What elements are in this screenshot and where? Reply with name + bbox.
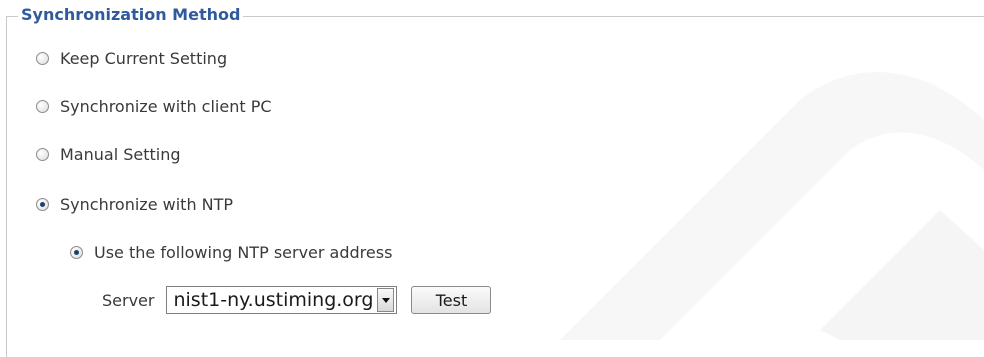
server-label: Server [102, 290, 155, 310]
ntp-server-value: nist1-ny.ustiming.org [173, 289, 374, 311]
manual-setting-label: Manual Setting [60, 145, 181, 164]
option-manual-setting[interactable]: Manual Setting [36, 145, 181, 164]
option-use-following-ntp[interactable]: Use the following NTP server address [70, 243, 392, 262]
sync-ntp-label: Synchronize with NTP [60, 195, 234, 214]
keep-current-radio[interactable] [36, 52, 49, 65]
sync-client-pc-radio[interactable] [36, 100, 49, 113]
sync-ntp-radio[interactable] [36, 198, 49, 211]
keep-current-label: Keep Current Setting [60, 49, 228, 68]
option-keep-current-setting[interactable]: Keep Current Setting [36, 49, 227, 68]
option-sync-client-pc[interactable]: Synchronize with client PC [36, 97, 272, 116]
server-row: Server nist1-ny.ustiming.org Test [102, 286, 492, 314]
manual-setting-radio[interactable] [36, 148, 49, 161]
chevron-down-icon[interactable] [377, 288, 395, 312]
use-following-ntp-radio[interactable] [70, 246, 83, 259]
test-button[interactable]: Test [411, 286, 492, 314]
sync-client-pc-label: Synchronize with client PC [60, 97, 272, 116]
ntp-server-select[interactable]: nist1-ny.ustiming.org [166, 286, 398, 314]
section-legend: Synchronization Method [18, 5, 244, 24]
use-following-ntp-label: Use the following NTP server address [94, 243, 393, 262]
option-sync-ntp[interactable]: Synchronize with NTP [36, 195, 233, 214]
